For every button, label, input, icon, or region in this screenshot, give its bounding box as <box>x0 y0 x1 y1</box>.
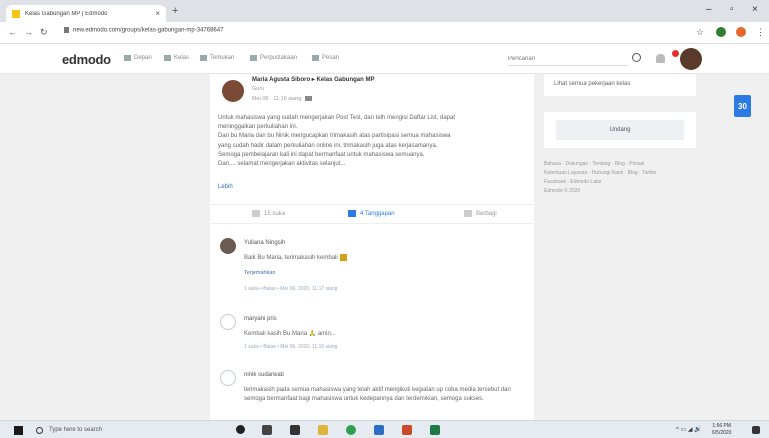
post-timestamp: Mei 06 · 11:16 siang <box>252 96 313 102</box>
footer-line[interactable]: Ketentuan Layanan · Hubungi Kami · Blog … <box>544 169 696 178</box>
share-button[interactable]: Berbagi <box>464 210 497 217</box>
post-line: meninggalkan perkuliahan ini. <box>218 124 298 131</box>
profile-icon[interactable] <box>736 27 746 37</box>
post-line: yang sudah hadir dalam perkuliahan onlin… <box>218 142 438 149</box>
windows-start-icon[interactable] <box>14 426 23 435</box>
system-tray[interactable]: ^ ▭ ◢ 🔊 <box>676 426 702 433</box>
comment-text: terimakasih pada semua mahasiswa yang te… <box>244 387 511 402</box>
footer-links: Bahasa · Dukungan · Tentang · Blog · Pri… <box>544 160 696 196</box>
emoji-icon <box>339 254 347 261</box>
taskbar: Type here to search ^ ▭ ◢ 🔊 1:56 PM 6/5/… <box>0 420 769 438</box>
nav-classes[interactable]: Kelas <box>164 55 189 61</box>
post-author-role: Guru <box>252 86 265 92</box>
post-actions: 15 suka 4 Tanggapan Berbagi <box>210 204 534 224</box>
notification-badge <box>672 50 679 57</box>
taskbar-clock[interactable]: 1:56 PM 6/5/2020 <box>712 423 731 437</box>
post-author-avatar[interactable] <box>222 80 244 102</box>
star-icon[interactable]: ☆ <box>696 27 704 38</box>
group-icon <box>305 96 313 102</box>
maximize-icon[interactable]: ▫ <box>730 4 734 15</box>
reload-icon[interactable]: ↻ <box>40 27 48 38</box>
commenter-name[interactable]: ninik sudarwati <box>244 372 284 378</box>
commenter-avatar[interactable] <box>220 314 236 330</box>
chrome-icon[interactable] <box>346 425 356 435</box>
close-tab-icon[interactable]: × <box>155 9 160 18</box>
taskbar-search[interactable]: Type here to search <box>36 424 196 436</box>
share-icon <box>464 210 472 217</box>
nav-messages[interactable]: Pesan <box>312 55 339 61</box>
powerpoint-icon[interactable] <box>402 425 412 435</box>
cortana-icon[interactable] <box>236 425 245 434</box>
invite-button[interactable]: Undang <box>556 120 684 140</box>
bell-icon[interactable] <box>656 54 665 63</box>
commenter-name[interactable]: maryani pris <box>244 316 277 322</box>
nav-discover[interactable]: Temukan <box>200 55 234 61</box>
comment-meta: 1 suka • Balas • Mei 06, 2020, 11:16 sia… <box>244 344 338 350</box>
search-icon <box>36 426 43 434</box>
grid-icon <box>164 55 171 61</box>
home-icon <box>124 55 131 61</box>
menu-icon[interactable]: ⋮ <box>756 27 765 38</box>
see-all-work-link[interactable]: Lihat semua pekerjaan kelas <box>554 81 630 87</box>
footer-line[interactable]: Facebook · Edmodo Labs <box>544 178 696 187</box>
commenter-name[interactable]: Yuliana Ningsih <box>244 240 285 246</box>
calendar-icon[interactable]: 30 <box>734 95 751 117</box>
post-line: Dari bu Maria dan bu Ninik mengucapkan t… <box>218 133 451 140</box>
comment-icon <box>348 210 356 217</box>
search-input[interactable] <box>508 52 628 66</box>
commenter-avatar[interactable] <box>220 370 236 386</box>
class-work-card: Lihat semua pekerjaan kelas <box>544 74 696 96</box>
message-icon <box>312 55 319 61</box>
lock-icon <box>64 27 69 33</box>
address-bar: ← → ↻ new.edmodo.com/groups/kelas-gabung… <box>0 22 769 44</box>
close-window-icon[interactable]: × <box>752 4 758 15</box>
post-line: Untuk mahasiswa yang sudah mengerjakan P… <box>218 115 456 121</box>
tab-title: Kelas Gabungan MP | Edmodo <box>25 10 108 17</box>
url-text: new.edmodo.com/groups/kelas-gabungan-mp-… <box>73 27 224 34</box>
comment-text: Kembali kasih Bu Maria 🙏 amin... <box>244 331 336 337</box>
edmodo-logo[interactable]: edmodo <box>62 52 111 67</box>
post-body: Untuk mahasiswa yang sudah mengerjakan P… <box>218 114 530 169</box>
file-explorer-icon[interactable] <box>318 425 328 435</box>
minimize-icon[interactable]: – <box>706 4 712 15</box>
reply-button[interactable]: 4 Tanggapan <box>348 210 395 217</box>
notification-center-icon[interactable] <box>752 426 760 434</box>
word-icon[interactable] <box>374 425 384 435</box>
url-field[interactable]: new.edmodo.com/groups/kelas-gabungan-mp-… <box>64 27 223 34</box>
browser-tabbar: Kelas Gabungan MP | Edmodo × + – ▫ × <box>0 0 769 22</box>
excel-icon[interactable] <box>430 425 440 435</box>
library-icon <box>250 55 257 61</box>
back-icon[interactable]: ← <box>8 27 17 37</box>
nav-library[interactable]: Perpustakaan <box>250 55 297 61</box>
mail-icon[interactable] <box>290 425 300 435</box>
site-header: edmodo Depan Kelas Temukan Perpustakaan … <box>0 44 769 74</box>
forward-icon[interactable]: → <box>24 27 33 37</box>
thumbs-up-icon <box>252 210 260 217</box>
footer-line[interactable]: Bahasa · Dukungan · Tentang · Blog · Pri… <box>544 160 696 169</box>
post-line: Semoga pembelajaran kali ini dapat berma… <box>218 151 425 158</box>
edmodo-favicon-icon <box>12 9 20 18</box>
nav-home[interactable]: Depan <box>124 55 152 61</box>
invite-card: Undang <box>544 112 696 148</box>
search-icon[interactable] <box>632 53 641 62</box>
extension-icon[interactable] <box>716 27 726 37</box>
translate-link[interactable]: Terjemahkan <box>244 270 276 276</box>
like-button[interactable]: 15 suka <box>252 210 285 217</box>
compass-icon <box>200 55 207 61</box>
read-more-link[interactable]: Lebih <box>218 184 233 190</box>
commenter-avatar[interactable] <box>220 238 236 254</box>
comment-meta: 1 suka • Balas • Mei 06, 2020, 11:17 sia… <box>244 286 338 292</box>
post-author[interactable]: Maria Agusta Siboro ▸ Kelas Gabungan MP <box>252 76 374 83</box>
footer-copyright: Edmodo © 2020 <box>544 188 581 194</box>
post-card: Maria Agusta Siboro ▸ Kelas Gabungan MP … <box>210 74 534 420</box>
user-avatar[interactable] <box>680 48 702 70</box>
browser-tab[interactable]: Kelas Gabungan MP | Edmodo × <box>6 5 166 22</box>
new-tab-icon[interactable]: + <box>172 5 178 17</box>
post-line: Dan.... selamat mengerjakan aktivitas se… <box>218 161 346 168</box>
comment-text: Baik Bu Maria, terimakasih kembali <box>244 254 524 263</box>
task-view-icon[interactable] <box>262 425 272 435</box>
